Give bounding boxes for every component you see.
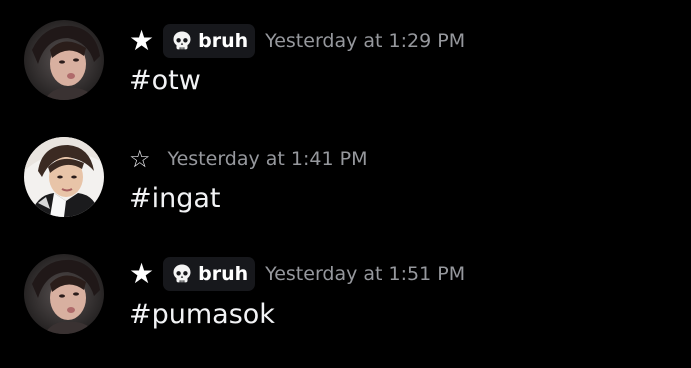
message-content: #otw bbox=[129, 65, 201, 96]
username[interactable]: ★ bbox=[129, 24, 154, 58]
avatar-photo-icon bbox=[24, 137, 104, 217]
message-header: ★ bruh Yesterday at 1:29 PM bbox=[129, 24, 465, 58]
message-header: ★ bruh Yesterday at 1:51 PM bbox=[129, 257, 465, 291]
message-timestamp[interactable]: Yesterday at 1:41 PM bbox=[168, 148, 368, 170]
username[interactable]: ★ bbox=[129, 257, 154, 291]
user-avatar[interactable] bbox=[24, 137, 104, 217]
message-header: ☆ Yesterday at 1:41 PM bbox=[129, 142, 367, 176]
avatar-photo-icon bbox=[24, 254, 104, 334]
message-timestamp[interactable]: Yesterday at 1:51 PM bbox=[265, 263, 465, 285]
avatar-photo-icon bbox=[24, 20, 104, 100]
chat-message[interactable]: ☆ Yesterday at 1:41 PM #ingat bbox=[0, 132, 691, 232]
guild-tag-text: bruh bbox=[198, 30, 249, 52]
chat-message[interactable]: ★ bruh Yesterday at 1:29 PM #otw bbox=[0, 16, 691, 116]
skull-icon bbox=[173, 264, 191, 283]
skull-icon bbox=[173, 31, 191, 50]
guild-tag-text: bruh bbox=[198, 263, 249, 285]
user-avatar[interactable] bbox=[24, 20, 104, 100]
message-timestamp[interactable]: Yesterday at 1:29 PM bbox=[265, 30, 465, 52]
guild-tag[interactable]: bruh bbox=[163, 24, 256, 58]
chat-message[interactable]: ★ bruh Yesterday at 1:51 PM #pumasok bbox=[0, 250, 691, 350]
message-content: #pumasok bbox=[129, 299, 275, 330]
message-content: #ingat bbox=[129, 183, 221, 214]
user-avatar[interactable] bbox=[24, 254, 104, 334]
guild-tag[interactable]: bruh bbox=[163, 257, 256, 291]
username[interactable]: ☆ bbox=[129, 142, 151, 176]
